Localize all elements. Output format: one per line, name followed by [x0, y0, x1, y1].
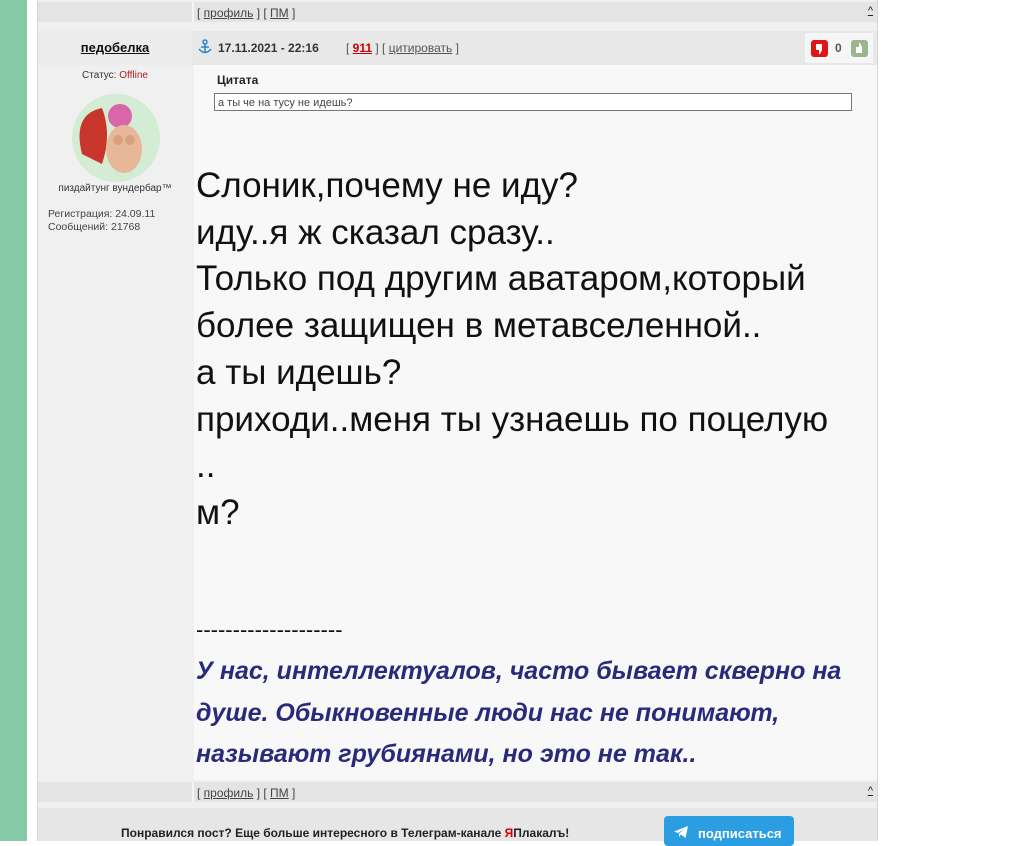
forum-post-container: [ профиль ] [ ПМ ] ^ педобелка 17.11.202…	[37, 0, 878, 846]
brand-rest: Плакалъ!	[513, 826, 570, 840]
quote-link[interactable]: цитировать	[389, 41, 453, 55]
post-date: 17.11.2021 - 22:16	[218, 41, 319, 55]
status-offline: Offline	[119, 70, 148, 81]
post-number-link[interactable]: 911	[353, 41, 372, 55]
subscribe-button[interactable]: подписаться	[664, 816, 794, 846]
author-name-link[interactable]: педобелка	[38, 40, 192, 55]
telegram-promo: Понравился пост? Еще больше интересного …	[38, 808, 877, 846]
post-line: более защищен в метавселенной..	[196, 306, 762, 346]
post-meta-links: [ 911 ] [ цитировать ]	[346, 41, 459, 55]
scroll-top-link[interactable]: ^	[868, 5, 873, 17]
avatar-caption: пиздайтунг вундербар™	[58, 183, 172, 194]
pm-link[interactable]: ПМ	[270, 6, 289, 20]
avatar[interactable]	[72, 94, 160, 182]
scroll-top-link[interactable]: ^	[868, 785, 873, 797]
post-line: приходи..меня ты узнаешь по поцелую	[196, 399, 829, 439]
quote-title: Цитата	[217, 73, 259, 87]
post-line: иду..я ж сказал сразу..	[196, 212, 555, 252]
post-line: Слоник,почему не иду?	[196, 166, 578, 205]
post-line: ..	[196, 446, 216, 486]
author-status: Статус: Offline	[82, 70, 148, 81]
post-line: а ты идешь?	[196, 352, 402, 392]
post-header: педобелка 17.11.2021 - 22:16 [ 911 ] [ ц…	[38, 31, 877, 65]
signature: У нас, интеллектуалов, часто бывает скве…	[196, 657, 842, 768]
brand-ya: Я	[504, 826, 514, 840]
post-body: Цитата а ты че на тусу не идешь? Слоник,…	[194, 65, 877, 780]
thumbs-up-icon[interactable]	[851, 40, 868, 57]
author-info-column: Статус: Offline пиздайтунг вундербар™ Ре…	[38, 65, 192, 780]
post-footer-links: [ профиль ] [ ПМ ]	[197, 6, 296, 20]
telegram-icon	[674, 826, 688, 838]
author-stats: Регистрация: 24.09.11 Сообщений: 21768	[48, 208, 155, 234]
message-count: Сообщений: 21768	[48, 221, 141, 233]
post-line: м?	[196, 492, 240, 532]
promo-text: Понравился пост? Еще больше интересного …	[121, 826, 570, 840]
post-footer-links: [ профиль ] [ ПМ ]	[197, 786, 296, 800]
quote-box: а ты че на тусу не идешь?	[214, 93, 852, 111]
thumbs-down-icon[interactable]	[811, 40, 828, 57]
profile-link[interactable]: профиль	[204, 786, 254, 800]
post-footer: [ профиль ] [ ПМ ] ^	[38, 782, 877, 802]
post-text: Слоник,почему не иду? иду..я ж сказал ср…	[196, 163, 871, 537]
registration-date: Регистрация: 24.09.11	[48, 208, 156, 220]
profile-link[interactable]: профиль	[204, 6, 254, 20]
pm-link[interactable]: ПМ	[270, 786, 289, 800]
anchor-icon[interactable]	[198, 39, 212, 55]
vote-box: 0	[805, 33, 873, 63]
rating-count: 0	[835, 41, 842, 55]
previous-post-footer: [ профиль ] [ ПМ ] ^	[38, 2, 877, 22]
post-line: Только под другим аватаром,который	[196, 259, 806, 299]
left-decorative-strip	[0, 0, 27, 841]
signature-separator: --------------------	[196, 617, 343, 642]
